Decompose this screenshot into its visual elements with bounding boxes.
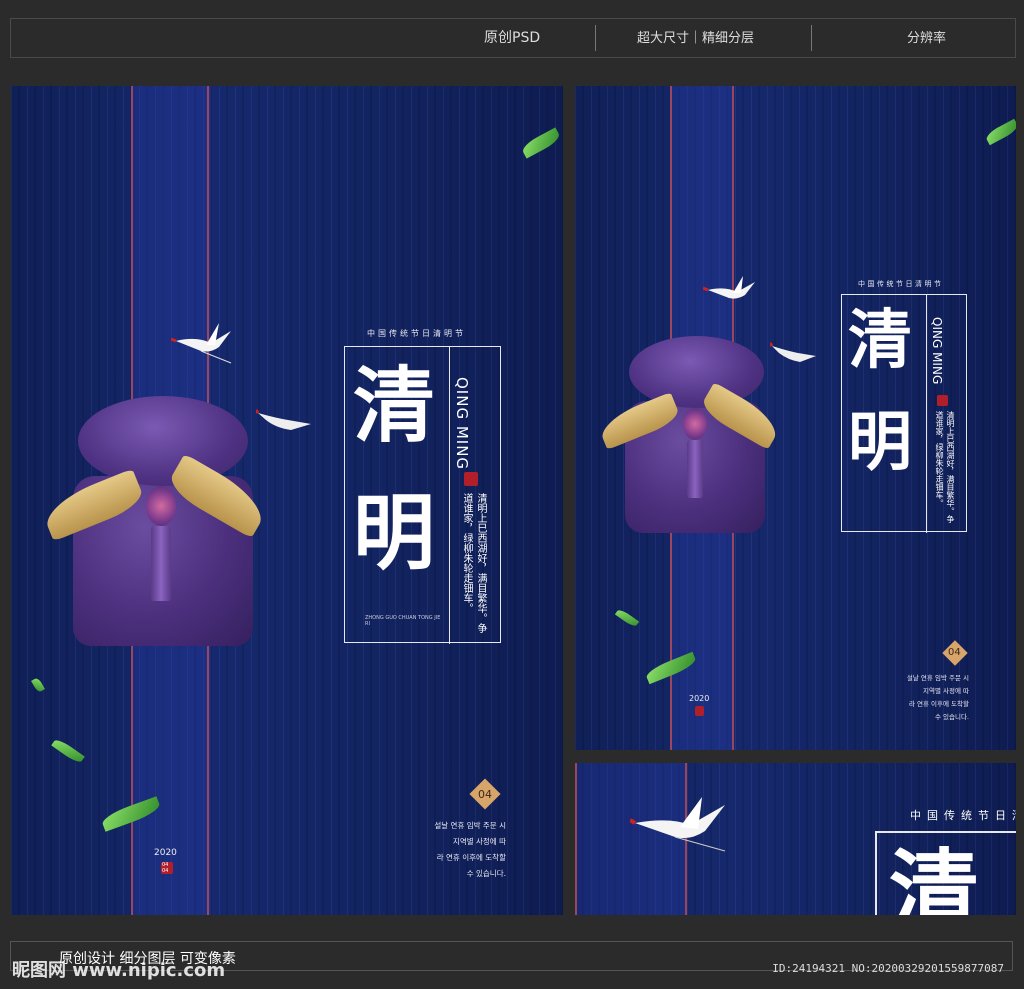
year-label: 2020 bbox=[689, 694, 710, 703]
image-id: ID:24194321 NO:20200329201559877087 bbox=[772, 962, 1004, 975]
korean-notice: 설날 연휴 임박 주문 시 지역별 사정에 따 라 연휴 이후에 도착할 수 있… bbox=[434, 821, 506, 878]
poster-main: 中国传统节日清明节 清 明 QING MING 清明上巳西湖好，满目繁华。争道谁… bbox=[11, 86, 563, 915]
title-char-qing: 清 bbox=[889, 839, 979, 915]
crane-icon bbox=[770, 342, 816, 362]
crane-icon bbox=[703, 276, 755, 299]
festival-subtitle: 中国传统节日清明节 bbox=[910, 809, 1016, 822]
year-label: 2020 bbox=[154, 848, 177, 858]
festival-subtitle: 中国传统节日清明节 bbox=[367, 329, 466, 338]
leaf-decoration bbox=[520, 127, 562, 159]
header-original-psd: 原创PSD bbox=[484, 30, 541, 46]
number-badge-text: 04 bbox=[478, 788, 492, 801]
red-seal bbox=[937, 395, 948, 406]
title-char-qing: 清 bbox=[848, 303, 912, 378]
frame-divider bbox=[449, 347, 450, 644]
crane-icon bbox=[256, 409, 311, 430]
title-frame: 清 明 QING MING 清明上巳西湖好，满目繁华。争道谁家，绿柳朱轮走钿车。… bbox=[344, 346, 501, 644]
header-divider bbox=[811, 25, 812, 51]
top-info-bar: 原创PSD 超大尺寸｜精细分层 分辨率 bbox=[10, 18, 1016, 58]
tiny-caption: ZHONG GUO CHUAN TONG JIE RI bbox=[365, 615, 441, 627]
bojagi-bundle-image bbox=[39, 396, 273, 656]
festival-subtitle: 中国传统节日清明节 bbox=[858, 280, 944, 288]
red-line bbox=[575, 763, 577, 915]
frame-divider bbox=[926, 295, 927, 533]
header-divider bbox=[595, 25, 596, 51]
pinyin-label: QING MING bbox=[930, 317, 944, 385]
number-badge-text: 04 bbox=[948, 647, 961, 658]
poem-text: 清明上巳西湖好，满目繁华。争道谁家，绿柳朱轮走钿车。 bbox=[935, 411, 955, 523]
date-seal-text: 04 04 bbox=[162, 862, 169, 874]
leaf-decoration bbox=[614, 607, 640, 629]
title-frame: 清 bbox=[875, 831, 1016, 915]
poem-text: 清明上巳西湖好，满目繁华。争道谁家，绿柳朱轮走钿车。 bbox=[461, 493, 486, 633]
korean-notice: 설날 연휴 임박 주문 시 지역별 사정에 따 라 연휴 이후에 도착할 수 있… bbox=[906, 674, 969, 721]
date-seal bbox=[695, 706, 704, 716]
poster-preview-2: 中国传统节日清明节 清 明 QING MING 清明上巳西湖好，满目繁华。争道谁… bbox=[575, 86, 1016, 750]
leaf-decoration bbox=[984, 118, 1016, 146]
bojagi-bundle-image bbox=[596, 336, 784, 536]
crane-icon bbox=[171, 323, 232, 364]
title-char-ming: 明 bbox=[353, 485, 436, 581]
site-watermark: 昵图网 www.nipic.com bbox=[12, 960, 226, 981]
title-char-ming: 明 bbox=[848, 405, 912, 480]
title-char-qing: 清 bbox=[353, 358, 436, 454]
pinyin-label: QING MING bbox=[453, 377, 471, 471]
red-seal bbox=[464, 472, 478, 486]
crane-icon bbox=[630, 797, 726, 852]
header-size-layers: 超大尺寸｜精细分层 bbox=[637, 31, 755, 46]
title-frame: 清 明 QING MING 清明上巳西湖好，满目繁华。争道谁家，绿柳朱轮走钿车。 bbox=[841, 294, 967, 533]
leaf-decoration bbox=[31, 676, 45, 694]
poster-detail-crop: 中国传统节日清明节 清 bbox=[575, 763, 1016, 915]
header-resolution: 分辨率 bbox=[907, 31, 947, 46]
leaf-decoration bbox=[51, 737, 85, 765]
